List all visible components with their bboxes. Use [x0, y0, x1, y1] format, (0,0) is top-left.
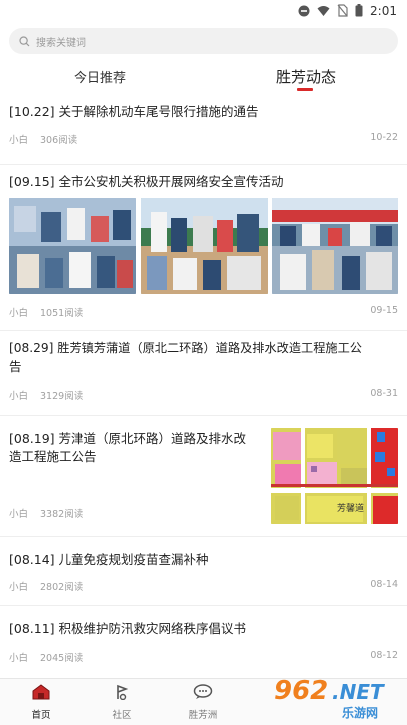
item-reads: 1051阅读: [40, 308, 84, 319]
active-tab-indicator: [297, 88, 313, 91]
tab-bar: 今日推荐 胜芳动态: [0, 58, 407, 94]
watermark-logo: 962 .NET 乐游网: [270, 674, 407, 725]
item-map-thumbnail: 芳馨道: [271, 428, 398, 524]
nav-home[interactable]: 首页: [6, 679, 76, 725]
battery-icon: [355, 2, 363, 21]
dnd-icon: [298, 2, 310, 21]
nav-community[interactable]: 社区: [87, 679, 157, 725]
chat-icon: [193, 684, 213, 704]
item-reads: 3382阅读: [40, 509, 84, 520]
item-author: 小白: [9, 653, 29, 664]
item-author: 小白: [9, 308, 29, 319]
wifi-icon: [317, 2, 330, 21]
item-author: 小白: [9, 582, 29, 593]
nav-shengfangzhou[interactable]: 胜芳洲: [168, 679, 238, 725]
item-meta: 小白 3382阅读: [9, 506, 83, 520]
home-icon: [32, 684, 50, 704]
watermark-brand: 962: [274, 676, 329, 706]
list-item[interactable]: [08.11] 积极维护防汛救灾网络秩序倡议书 小白 2045阅读 08-12: [0, 605, 407, 678]
list-item[interactable]: [10.22] 关于解除机动车尾号限行措施的通告 小白 306阅读 10-22: [0, 95, 407, 164]
item-date: 09-15: [370, 305, 398, 316]
item-title[interactable]: [08.14] 儿童免疫规划疫苗查漏补种: [9, 551, 209, 569]
item-reads: 306阅读: [40, 135, 78, 146]
tab-today-recommend[interactable]: 今日推荐: [40, 58, 160, 94]
nav-shengfangzhou-label: 胜芳洲: [188, 710, 218, 721]
item-title-line1[interactable]: [08.29] 胜芳镇芳蒲道（原北二环路）道路及排水改造工程施工公: [9, 339, 362, 357]
list-item[interactable]: [08.19] 芳津道（原北环路）道路及排水改 造工程施工公告 芳馨道 小白 3…: [0, 415, 407, 536]
item-author: 小白: [9, 509, 29, 520]
item-title-line2[interactable]: 告: [9, 358, 22, 376]
watermark-suffix: .NET: [332, 680, 384, 704]
map-road-label: 芳馨道: [337, 504, 365, 514]
watermark-sub: 乐游网: [342, 706, 379, 720]
item-date: 08-31: [370, 388, 398, 399]
item-title-line1[interactable]: [08.19] 芳津道（原北环路）道路及排水改: [9, 430, 246, 448]
item-reads: 2802阅读: [40, 582, 84, 593]
item-title[interactable]: [10.22] 关于解除机动车尾号限行措施的通告: [9, 103, 259, 121]
item-meta: 小白 2802阅读: [9, 579, 83, 593]
item-reads: 2045阅读: [40, 653, 84, 664]
item-author: 小白: [9, 135, 29, 146]
nav-home-label: 首页: [31, 710, 51, 721]
item-photo: [9, 198, 136, 294]
search-input[interactable]: 搜索关键词: [9, 28, 398, 54]
item-meta: 小白 1051阅读: [9, 305, 83, 319]
item-photo: [141, 198, 268, 294]
item-photo: [272, 198, 398, 294]
community-icon: [113, 684, 131, 704]
nav-community-label: 社区: [112, 710, 132, 721]
item-reads: 3129阅读: [40, 391, 84, 402]
item-date: 08-14: [370, 579, 398, 590]
item-title[interactable]: [09.15] 全市公安机关积极开展网络安全宣传活动: [9, 173, 284, 191]
item-author: 小白: [9, 391, 29, 402]
search-placeholder: 搜索关键词: [36, 37, 86, 49]
no-sim-icon: [337, 2, 348, 21]
item-meta: 小白 2045阅读: [9, 650, 83, 664]
search-icon: [19, 32, 30, 51]
item-meta: 小白 3129阅读: [9, 388, 83, 402]
item-date: 10-22: [370, 132, 398, 143]
item-title-line2[interactable]: 造工程施工公告: [9, 448, 97, 466]
list-item[interactable]: [09.15] 全市公安机关积极开展网络安全宣传活动 小白 1051阅读 09-…: [0, 164, 407, 330]
status-time: 2:01: [370, 4, 397, 18]
item-title[interactable]: [08.11] 积极维护防汛救灾网络秩序倡议书: [9, 620, 246, 638]
item-date: 08-12: [370, 650, 398, 661]
item-meta: 小白 306阅读: [9, 132, 77, 146]
list-item[interactable]: [08.14] 儿童免疫规划疫苗查漏补种 小白 2802阅读 08-14: [0, 536, 407, 605]
list-item[interactable]: [08.29] 胜芳镇芳蒲道（原北二环路）道路及排水改造工程施工公 告 小白 3…: [0, 330, 407, 415]
status-bar: 2:01: [0, 0, 407, 22]
